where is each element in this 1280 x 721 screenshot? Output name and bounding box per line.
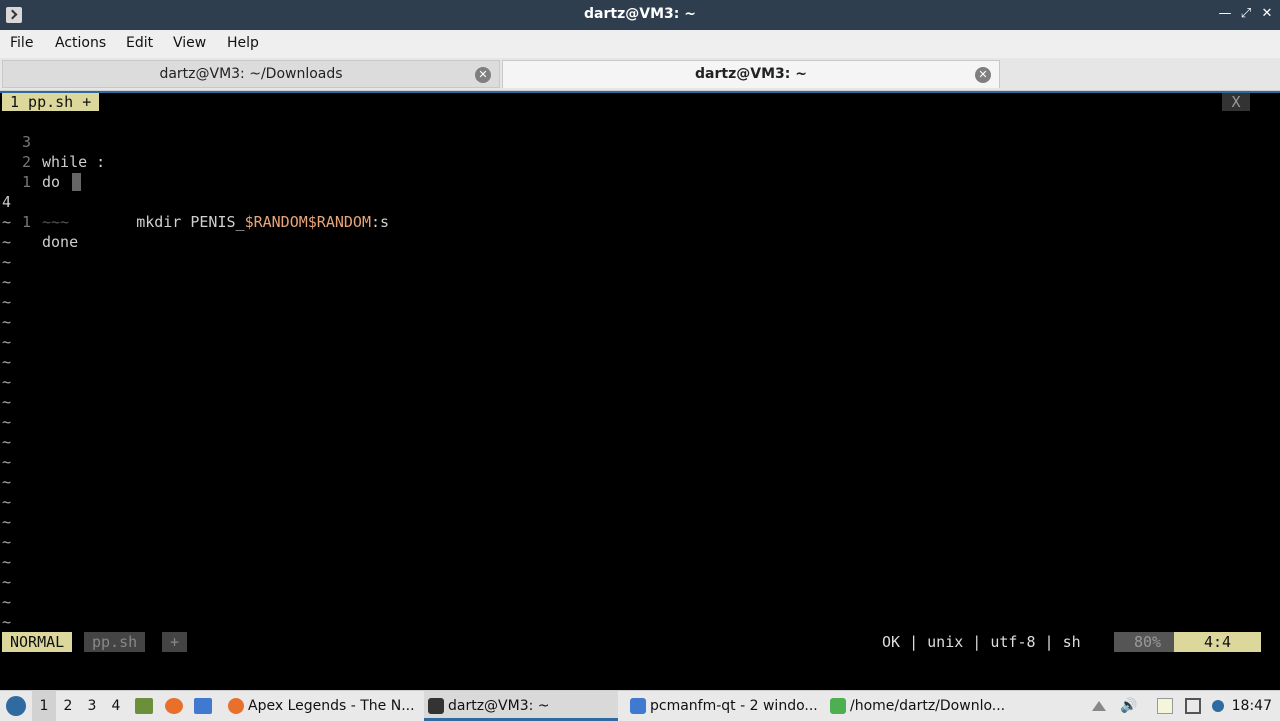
start-menu-icon[interactable] xyxy=(6,696,26,716)
vim-cursor-position: 4:4 xyxy=(1174,632,1262,652)
file-manager-launcher-icon[interactable] xyxy=(135,698,153,714)
vim-file-info: OK | unix | utf-8 | sh xyxy=(882,633,1081,651)
empty-line-tilde: ~ xyxy=(2,413,12,431)
empty-line-tilde: ~ xyxy=(2,393,12,411)
minimize-icon[interactable]: — xyxy=(1217,6,1233,22)
empty-line-tilde: ~ xyxy=(2,513,12,531)
menu-edit[interactable]: Edit xyxy=(126,35,153,51)
empty-line-tilde: ~ xyxy=(2,553,12,571)
code-text: mkdir PENIS_ xyxy=(136,213,245,231)
window-title: dartz@VM3: ~ xyxy=(584,6,696,22)
code-line: 1 done xyxy=(0,192,78,251)
empty-line-tilde: ~ xyxy=(2,293,12,311)
empty-line-tilde: ~ xyxy=(2,353,12,371)
clock[interactable]: 18:47 xyxy=(1232,691,1272,721)
code-text: while : xyxy=(42,153,106,171)
tab-downloads[interactable]: dartz@VM3: ~/Downloads ✕ xyxy=(2,60,500,88)
task-pcmanfm[interactable]: pcmanfm-qt - 2 windo... xyxy=(626,691,842,721)
empty-line-tilde: ~ xyxy=(2,473,12,491)
menu-help[interactable]: Help xyxy=(227,35,259,51)
vim-close-label[interactable]: X xyxy=(1222,93,1250,111)
empty-line-tilde: ~ xyxy=(2,533,12,551)
tab-close-icon[interactable]: ✕ xyxy=(475,67,491,83)
volume-icon[interactable]: 🔊 xyxy=(1120,698,1137,714)
empty-line-tilde: ~ xyxy=(2,273,12,291)
code-line: 1 mkdir PENIS_$RANDOM$RANDOM:s xyxy=(0,152,389,231)
empty-line-tilde: ~ xyxy=(2,233,12,251)
network-icon[interactable] xyxy=(1185,698,1201,714)
empty-line-tilde: ~ xyxy=(2,433,12,451)
empty-line-tilde: ~ xyxy=(2,453,12,471)
workspace-2[interactable]: 2 xyxy=(56,691,80,721)
task-apex-legends[interactable]: Apex Legends - The N... xyxy=(224,691,438,721)
code-text: do xyxy=(42,173,61,191)
empty-line-tilde: ~ xyxy=(2,373,12,391)
window-titlebar: dartz@VM3: ~ — ⤢ ✕ xyxy=(0,0,1280,30)
code-variable: $RANDOM$RANDOM xyxy=(244,213,371,231)
tab-label: dartz@VM3: ~/Downloads xyxy=(159,66,343,82)
task-label: dartz@VM3: ~ xyxy=(448,698,550,714)
vim-modified-flag: + xyxy=(162,632,188,652)
empty-line-tilde: ~ xyxy=(2,213,12,231)
terminal-icon xyxy=(428,698,444,714)
code-text: :s xyxy=(371,213,390,231)
code-text: ~~~ xyxy=(42,213,70,231)
workspace-4[interactable]: 4 xyxy=(104,691,128,721)
empty-line-tilde: ~ xyxy=(2,573,12,591)
menu-file[interactable]: File xyxy=(10,35,33,51)
update-notifier-icon[interactable] xyxy=(1212,700,1224,712)
terminal-view[interactable]: 1 pp.sh + X 3 while : 2 do 1 mkdir PENIS… xyxy=(0,91,1280,690)
tab-home[interactable]: dartz@VM3: ~ ✕ xyxy=(502,60,1000,88)
vim-buffer-tab[interactable]: 1 pp.sh + xyxy=(2,93,100,111)
task-terminal[interactable]: dartz@VM3: ~ xyxy=(424,691,618,721)
firefox-icon xyxy=(228,698,244,714)
show-desktop-icon[interactable] xyxy=(194,698,212,714)
vim-filename: pp.sh xyxy=(84,632,146,652)
code-line: 3 while : xyxy=(0,112,105,171)
file-icon xyxy=(830,698,846,714)
tab-bar: dartz@VM3: ~/Downloads ✕ dartz@VM3: ~ ✕ xyxy=(0,58,1280,91)
empty-line-tilde: ~ xyxy=(2,593,12,611)
line-number: 1 xyxy=(22,213,32,231)
task-label: /home/dartz/Downlo... xyxy=(850,698,1006,714)
close-icon[interactable]: ✕ xyxy=(1259,6,1275,22)
vim-statusline: NORMAL pp.sh + OK | unix | utf-8 | sh 80… xyxy=(2,632,1262,652)
empty-line-tilde: ~ xyxy=(2,613,12,631)
code-text: done xyxy=(42,233,79,251)
taskbar: 1 2 3 4 Apex Legends - The N... dartz@VM… xyxy=(0,690,1280,721)
menu-bar: File Actions Edit View Help xyxy=(0,30,1280,58)
empty-line-tilde: ~ xyxy=(2,493,12,511)
firefox-launcher-icon[interactable] xyxy=(165,698,183,714)
task-label: Apex Legends - The N... xyxy=(248,698,415,714)
code-line: 2 do xyxy=(0,132,60,191)
vim-mode: NORMAL xyxy=(2,632,73,652)
workspace-1[interactable]: 1 xyxy=(32,691,56,721)
maximize-icon[interactable]: ⤢ xyxy=(1238,6,1254,22)
workspace-3[interactable]: 3 xyxy=(80,691,104,721)
terminal-focus-border xyxy=(0,91,1280,93)
empty-line-tilde: ~ xyxy=(2,253,12,271)
empty-line-tilde: ~ xyxy=(2,333,12,351)
menu-actions[interactable]: Actions xyxy=(55,35,106,51)
clipboard-icon[interactable] xyxy=(1157,698,1173,714)
tray-expand-icon[interactable] xyxy=(1092,701,1106,711)
empty-line-tilde: ~ xyxy=(2,313,12,331)
task-downloads-folder[interactable]: /home/dartz/Downlo... xyxy=(826,691,1040,721)
text-cursor xyxy=(72,173,81,191)
tab-label: dartz@VM3: ~ xyxy=(695,66,807,82)
tab-close-icon[interactable]: ✕ xyxy=(975,67,991,83)
code-line-current: 4 ~~~ xyxy=(0,172,81,231)
task-label: pcmanfm-qt - 2 windo... xyxy=(650,698,818,714)
menu-view[interactable]: View xyxy=(173,35,206,51)
folder-icon xyxy=(630,698,646,714)
vim-percent: 80% xyxy=(1114,632,1182,652)
